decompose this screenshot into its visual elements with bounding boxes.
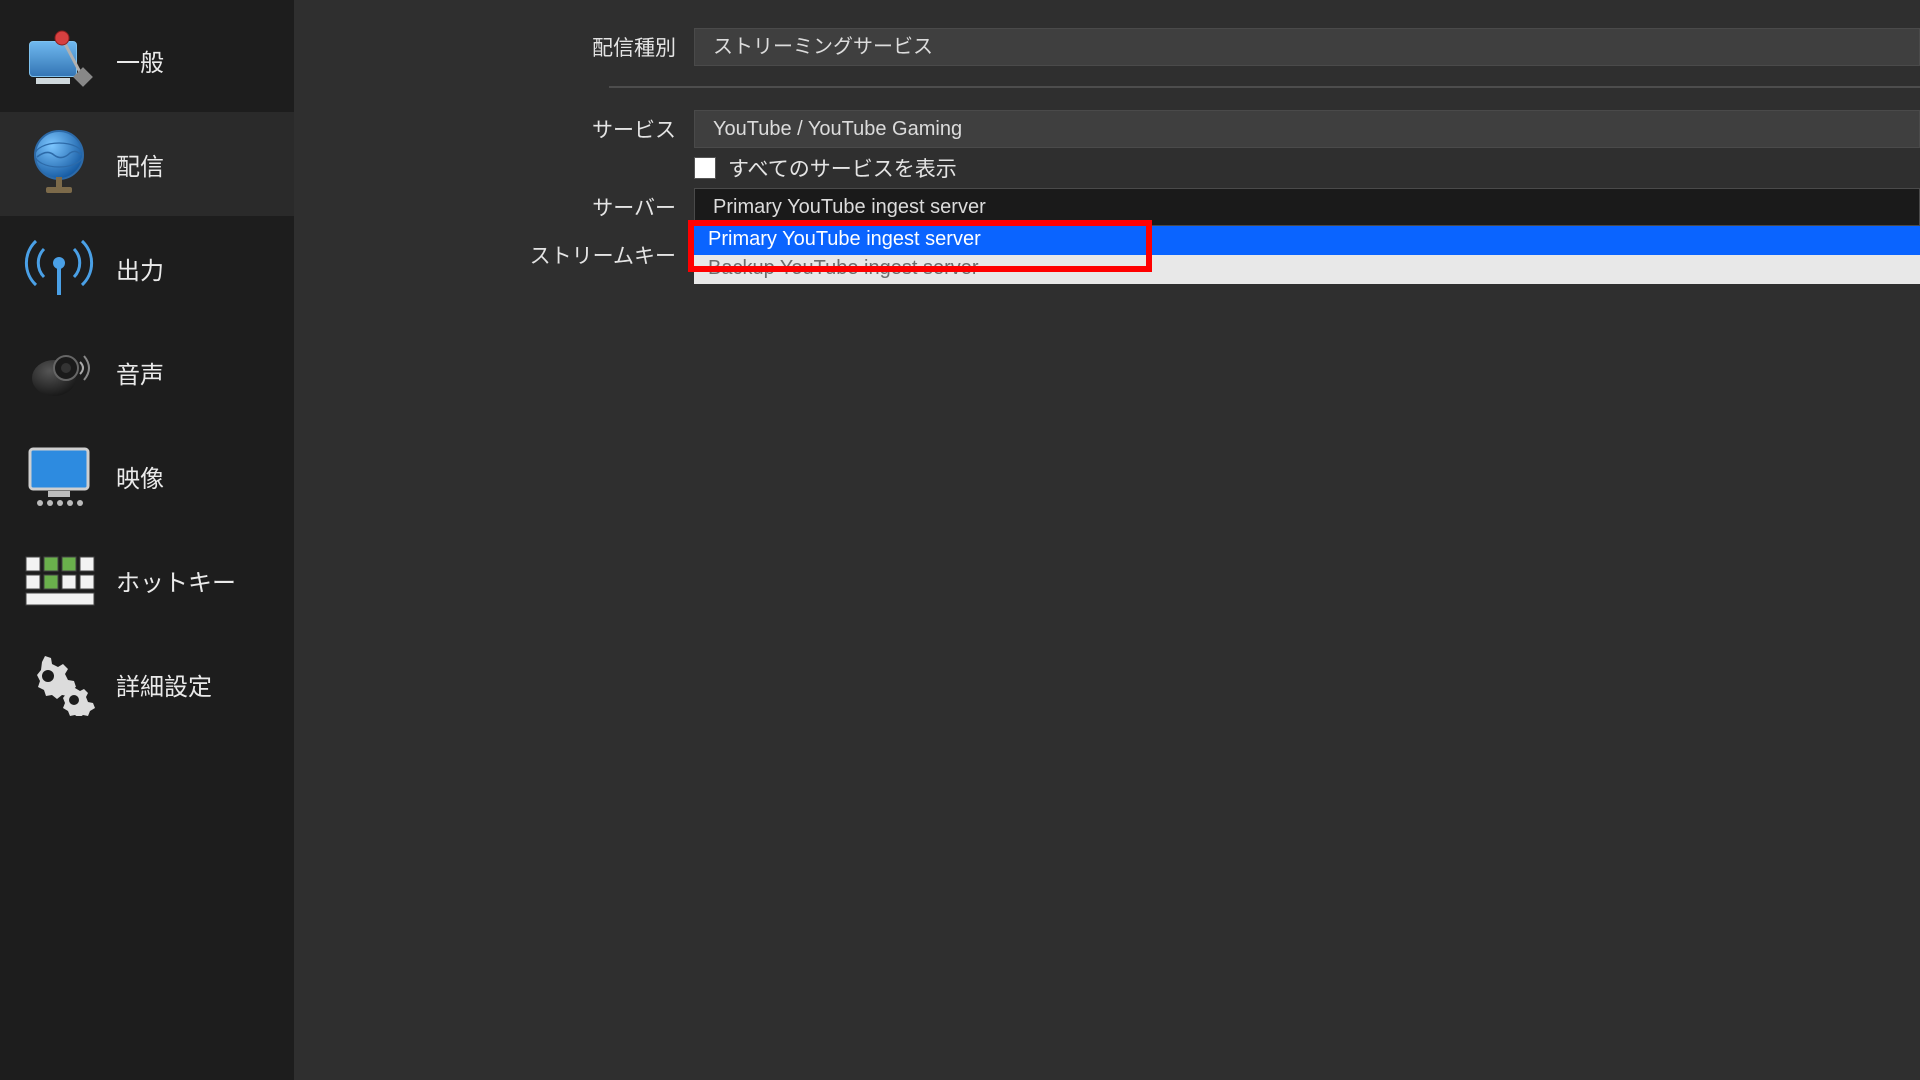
general-icon bbox=[14, 22, 104, 98]
sidebar-item-label: 詳細設定 bbox=[116, 667, 212, 702]
monitor-icon bbox=[14, 438, 104, 514]
sidebar-item-label: ホットキー bbox=[116, 563, 236, 598]
sidebar-item-output[interactable]: 出力 bbox=[0, 216, 294, 320]
sidebar-item-stream[interactable]: 配信 bbox=[0, 112, 294, 216]
server-option-primary[interactable]: Primary YouTube ingest server bbox=[694, 226, 1920, 255]
sidebar-item-label: 一般 bbox=[116, 43, 164, 78]
sidebar-item-label: 映像 bbox=[116, 459, 164, 494]
sidebar-item-advanced[interactable]: 詳細設定 bbox=[0, 632, 294, 736]
service-select[interactable]: YouTube / YouTube Gaming bbox=[694, 110, 1920, 148]
gears-icon bbox=[14, 646, 104, 722]
section-divider bbox=[609, 86, 1920, 88]
keyboard-icon bbox=[14, 542, 104, 618]
sidebar-item-label: 音声 bbox=[116, 355, 164, 390]
show-all-services-row[interactable]: すべてのサービスを表示 bbox=[694, 148, 1920, 188]
server-option-backup[interactable]: Backup YouTube ingest server bbox=[694, 255, 1920, 284]
show-all-label: すべてのサービスを表示 bbox=[728, 153, 957, 183]
sidebar-item-video[interactable]: 映像 bbox=[0, 424, 294, 528]
server-label: サーバー bbox=[294, 192, 694, 222]
server-dropdown[interactable]: Primary YouTube ingest server Primary Yo… bbox=[694, 188, 1920, 226]
globe-icon bbox=[14, 126, 104, 202]
stream-type-label: 配信種別 bbox=[294, 32, 694, 62]
settings-content: 配信種別 ストリーミングサービス サービス YouTube / YouTube … bbox=[294, 0, 1920, 1080]
sidebar-item-hotkeys[interactable]: ホットキー bbox=[0, 528, 294, 632]
service-label: サービス bbox=[294, 114, 694, 144]
stream-key-label: ストリームキー bbox=[294, 240, 694, 270]
show-all-checkbox[interactable] bbox=[694, 157, 716, 179]
stream-type-select[interactable]: ストリーミングサービス bbox=[694, 28, 1920, 66]
sidebar-item-label: 配信 bbox=[116, 147, 164, 182]
sidebar-item-label: 出力 bbox=[116, 251, 164, 286]
server-dropdown-list: Primary YouTube ingest server Backup You… bbox=[694, 226, 1920, 284]
sidebar-item-general[interactable]: 一般 bbox=[0, 8, 294, 112]
speaker-icon bbox=[14, 334, 104, 410]
settings-sidebar: 一般 配信 出力 bbox=[0, 0, 294, 1080]
sidebar-item-audio[interactable]: 音声 bbox=[0, 320, 294, 424]
broadcast-icon bbox=[14, 230, 104, 306]
server-select[interactable]: Primary YouTube ingest server bbox=[694, 188, 1920, 226]
